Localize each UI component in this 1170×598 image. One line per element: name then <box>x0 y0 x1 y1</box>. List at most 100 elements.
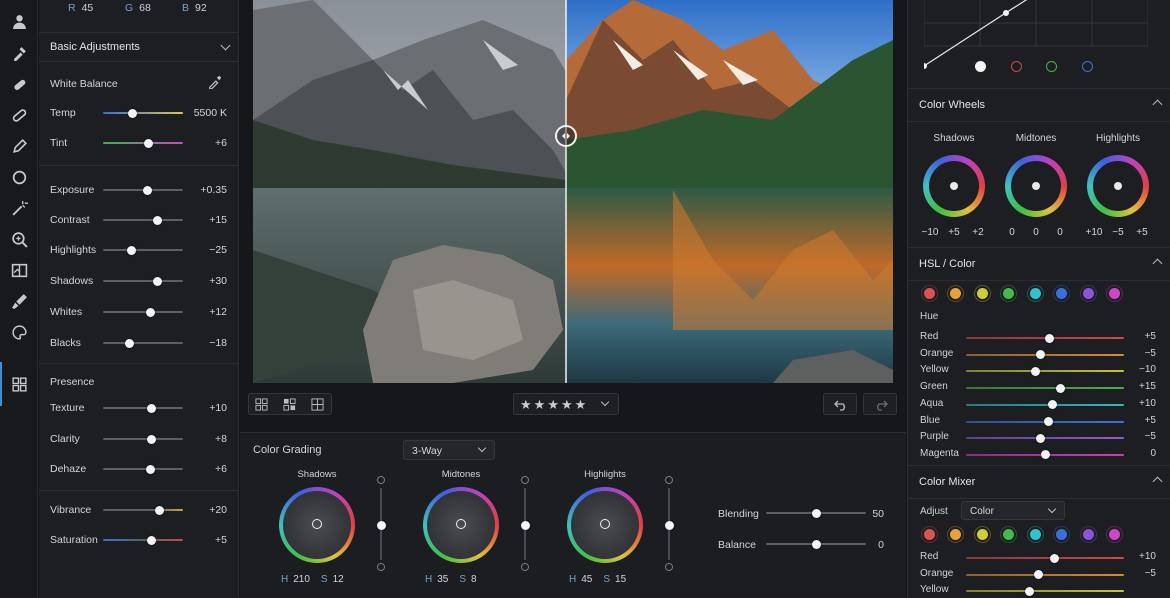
dehaze-slider[interactable] <box>103 468 183 470</box>
midtones-color-wheel[interactable] <box>1005 155 1067 217</box>
contrast-slider[interactable] <box>103 219 183 221</box>
tint-slider-thumb[interactable] <box>144 138 154 148</box>
eyedropper-icon[interactable] <box>208 75 222 90</box>
blacks-slider-thumb[interactable] <box>124 338 134 348</box>
texture-slider[interactable] <box>103 407 183 409</box>
color-wheels-header[interactable]: Color Wheels <box>908 88 1170 122</box>
grid-view-icon[interactable] <box>0 362 29 406</box>
star-icon[interactable]: ★ <box>547 397 561 412</box>
mixer-swatch-7[interactable] <box>1109 528 1120 540</box>
highlights-slider-thumb[interactable] <box>126 245 136 255</box>
highlights-lum-thumb[interactable] <box>664 520 674 530</box>
color-mixer-header[interactable]: Color Mixer <box>908 465 1170 499</box>
hsl-yellow-slider-thumb[interactable] <box>1031 366 1041 376</box>
hsl-green-slider[interactable] <box>966 387 1124 390</box>
mixer-swatch-2[interactable] <box>976 528 988 540</box>
midtones-lum-thumb[interactable] <box>520 520 530 530</box>
mixer-yellow-slider-thumb[interactable] <box>1024 586 1034 596</box>
hsl-swatch-1[interactable] <box>950 287 961 299</box>
saturation-slider-thumb[interactable] <box>146 535 156 545</box>
highlights-color-wheel[interactable] <box>1087 155 1149 217</box>
profile-icon[interactable] <box>9 11 29 31</box>
midtones-wheel-picker[interactable] <box>456 519 466 529</box>
star-rating[interactable]: ★★★★★ <box>520 397 588 413</box>
hsl-green-slider-thumb[interactable] <box>1056 383 1066 393</box>
hsl-blue-slider-thumb[interactable] <box>1043 417 1053 426</box>
blending-slider-thumb[interactable] <box>811 508 821 518</box>
mixer-red-slider[interactable] <box>966 557 1124 559</box>
hsl-aqua-slider-thumb[interactable] <box>1048 400 1058 410</box>
midtones-wheel-picker[interactable] <box>1032 182 1040 190</box>
hsl-magenta-slider-thumb[interactable] <box>1040 450 1050 460</box>
compare-icon[interactable] <box>9 260 29 280</box>
brush-icon[interactable] <box>9 291 29 311</box>
mixer-orange-slider[interactable] <box>966 573 1124 576</box>
undo-button[interactable] <box>823 393 857 415</box>
saturation-slider[interactable] <box>103 539 183 541</box>
vibrance-slider[interactable] <box>103 509 183 511</box>
contrast-slider-thumb[interactable] <box>152 215 162 225</box>
mixer-yellow-slider[interactable] <box>966 590 1124 593</box>
hsl-aqua-slider[interactable] <box>966 403 1124 406</box>
temp-slider[interactable] <box>103 112 183 114</box>
hsl-swatch-0[interactable] <box>923 287 935 299</box>
hsl-orange-slider-thumb[interactable] <box>1035 350 1045 360</box>
zoom-icon[interactable] <box>9 229 29 249</box>
mixer-red-slider-thumb[interactable] <box>1049 553 1059 563</box>
vibrance-slider-thumb[interactable] <box>154 505 164 515</box>
rating-control[interactable]: ★★★★★ <box>513 393 619 415</box>
balance-slider-thumb[interactable] <box>811 539 821 549</box>
mixer-swatch-1[interactable] <box>950 528 961 540</box>
hsl-yellow-slider[interactable] <box>966 370 1124 373</box>
dehaze-slider-thumb[interactable] <box>145 464 155 474</box>
shadows-slider[interactable] <box>103 280 183 282</box>
shadows-lum-thumb[interactable] <box>376 520 386 530</box>
shadows-wheel-picker[interactable] <box>950 182 958 190</box>
hsl-orange-slider[interactable] <box>966 353 1124 356</box>
hsl-purple-slider[interactable] <box>966 437 1124 440</box>
curve-channel-red[interactable] <box>1010 60 1022 72</box>
circle-icon[interactable] <box>9 167 29 187</box>
basic-adjustments-header[interactable]: Basic Adjustments <box>39 32 239 62</box>
hsl-swatch-7[interactable] <box>1109 287 1120 299</box>
grading-mode-select[interactable]: 3-Way <box>403 440 495 460</box>
star-icon[interactable]: ★ <box>575 397 589 412</box>
grid-view-small-icon[interactable] <box>283 398 296 414</box>
star-icon[interactable]: ★ <box>520 397 534 412</box>
shadows-wheel-picker[interactable] <box>312 519 322 529</box>
hsl-color-header[interactable]: HSL / Color <box>908 247 1170 281</box>
hsl-swatch-4[interactable] <box>1029 287 1041 299</box>
blacks-slider[interactable] <box>103 342 183 344</box>
highlights-slider[interactable] <box>103 249 183 251</box>
highlights-wheel-picker[interactable] <box>600 519 610 529</box>
bandage-icon[interactable] <box>9 74 29 94</box>
star-icon[interactable]: ★ <box>561 397 575 412</box>
mixer-swatch-4[interactable] <box>1029 528 1041 540</box>
magic-wand-icon[interactable] <box>9 198 29 218</box>
adjust-select[interactable]: Color <box>961 501 1065 520</box>
highlights-wheel-picker[interactable] <box>1114 182 1122 190</box>
tint-slider[interactable] <box>103 142 183 144</box>
palette-icon[interactable] <box>9 322 29 342</box>
pen-icon[interactable] <box>9 136 29 156</box>
redo-button[interactable] <box>863 393 897 415</box>
shadows-color-wheel[interactable] <box>923 155 985 217</box>
midtones-color-wheel[interactable] <box>423 487 499 563</box>
hsl-swatch-2[interactable] <box>976 287 988 299</box>
mixer-swatch-5[interactable] <box>1056 528 1067 540</box>
texture-slider-thumb[interactable] <box>147 403 157 413</box>
curve-channel-blue[interactable] <box>1081 60 1093 72</box>
star-icon[interactable]: ★ <box>534 397 548 412</box>
tone-curve[interactable] <box>921 0 1149 70</box>
highlights-color-wheel[interactable] <box>567 487 643 563</box>
hsl-purple-slider-thumb[interactable] <box>1035 433 1045 443</box>
hsl-red-slider-thumb[interactable] <box>1045 333 1055 343</box>
clarity-slider[interactable] <box>103 438 183 440</box>
mixer-swatch-3[interactable] <box>1003 528 1014 540</box>
clarity-slider-thumb[interactable] <box>146 434 156 444</box>
whites-slider-thumb[interactable] <box>145 307 155 317</box>
temp-slider-thumb[interactable] <box>128 108 138 118</box>
hsl-swatch-6[interactable] <box>1082 287 1094 299</box>
whites-slider[interactable] <box>103 311 183 313</box>
curve-channel-green[interactable] <box>1045 60 1057 72</box>
